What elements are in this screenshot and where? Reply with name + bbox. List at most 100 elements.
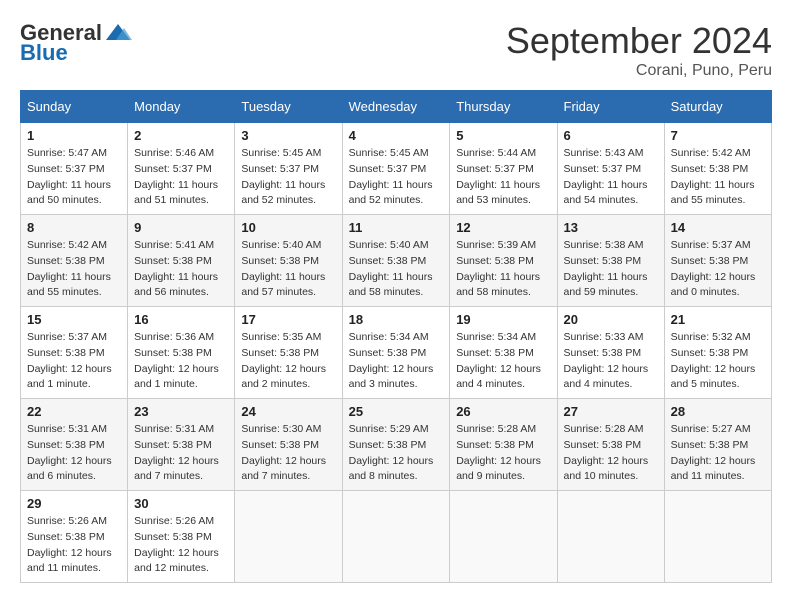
day-info: Sunrise: 5:34 AMSunset: 5:38 PMDaylight:… [456,330,550,393]
day-info: Sunrise: 5:43 AMSunset: 5:37 PMDaylight:… [564,146,658,209]
day-number: 30 [134,496,228,511]
calendar-week-row: 22Sunrise: 5:31 AMSunset: 5:38 PMDayligh… [21,399,772,491]
calendar-cell [235,491,342,583]
day-info: Sunrise: 5:39 AMSunset: 5:38 PMDaylight:… [456,238,550,301]
day-number: 16 [134,312,228,327]
title-block: September 2024 Corani, Puno, Peru [506,20,772,80]
day-number: 3 [241,128,335,143]
calendar-cell: 30 Sunrise: 5:26 AMSunset: 5:38 PMDayligh… [128,491,235,583]
calendar-cell [664,491,771,583]
calendar-cell: 5 Sunrise: 5:44 AMSunset: 5:37 PMDaylight… [450,123,557,215]
day-number: 6 [564,128,658,143]
day-info: Sunrise: 5:28 AMSunset: 5:38 PMDaylight:… [564,422,658,485]
day-number: 1 [27,128,121,143]
day-info: Sunrise: 5:34 AMSunset: 5:38 PMDaylight:… [349,330,444,393]
calendar-cell: 2 Sunrise: 5:46 AMSunset: 5:37 PMDaylight… [128,123,235,215]
day-info: Sunrise: 5:36 AMSunset: 5:38 PMDaylight:… [134,330,228,393]
calendar-cell: 10Sunrise: 5:40 AMSunset: 5:38 PMDayligh… [235,215,342,307]
calendar-cell: 3 Sunrise: 5:45 AMSunset: 5:37 PMDaylight… [235,123,342,215]
calendar-cell: 9Sunrise: 5:41 AMSunset: 5:38 PMDaylight… [128,215,235,307]
calendar-cell: 1 Sunrise: 5:47 AMSunset: 5:37 PMDaylight… [21,123,128,215]
calendar-cell: 24 Sunrise: 5:30 AMSunset: 5:38 PMDayligh… [235,399,342,491]
day-info: Sunrise: 5:45 AMSunset: 5:37 PMDaylight:… [241,146,335,209]
day-info: Sunrise: 5:29 AMSunset: 5:38 PMDaylight:… [349,422,444,485]
day-number: 15 [27,312,121,327]
calendar-cell: 25 Sunrise: 5:29 AMSunset: 5:38 PMDayligh… [342,399,450,491]
day-number: 2 [134,128,228,143]
day-number: 23 [134,404,228,419]
day-number: 17 [241,312,335,327]
day-info: Sunrise: 5:32 AMSunset: 5:38 PMDaylight:… [671,330,765,393]
day-info: Sunrise: 5:27 AMSunset: 5:38 PMDaylight:… [671,422,765,485]
calendar-cell: 22Sunrise: 5:31 AMSunset: 5:38 PMDayligh… [21,399,128,491]
calendar-cell [342,491,450,583]
day-number: 8 [27,220,121,235]
location-text: Corani, Puno, Peru [506,62,772,80]
day-number: 26 [456,404,550,419]
calendar-cell: 29 Sunrise: 5:26 AMSunset: 5:38 PMDayligh… [21,491,128,583]
calendar-header-row: SundayMondayTuesdayWednesdayThursdayFrid… [21,91,772,123]
day-info: Sunrise: 5:44 AMSunset: 5:37 PMDaylight:… [456,146,550,209]
day-info: Sunrise: 5:26 AMSunset: 5:38 PMDaylight:… [134,514,228,577]
calendar-cell [450,491,557,583]
day-number: 11 [349,220,444,235]
day-number: 24 [241,404,335,419]
calendar-cell: 20 Sunrise: 5:33 AMSunset: 5:38 PMDayligh… [557,307,664,399]
logo-icon [104,22,132,44]
day-number: 13 [564,220,658,235]
day-number: 10 [241,220,335,235]
calendar-cell: 6 Sunrise: 5:43 AMSunset: 5:37 PMDaylight… [557,123,664,215]
day-number: 5 [456,128,550,143]
day-info: Sunrise: 5:37 AMSunset: 5:38 PMDaylight:… [671,238,765,301]
day-info: Sunrise: 5:47 AMSunset: 5:37 PMDaylight:… [27,146,121,209]
day-number: 28 [671,404,765,419]
day-info: Sunrise: 5:40 AMSunset: 5:38 PMDaylight:… [349,238,444,301]
day-header-friday: Friday [557,91,664,123]
calendar-table: SundayMondayTuesdayWednesdayThursdayFrid… [20,90,772,583]
calendar-cell: 19Sunrise: 5:34 AMSunset: 5:38 PMDayligh… [450,307,557,399]
calendar-cell: 28 Sunrise: 5:27 AMSunset: 5:38 PMDayligh… [664,399,771,491]
day-number: 20 [564,312,658,327]
page-header: General Blue September 2024 Corani, Puno… [20,20,772,80]
day-info: Sunrise: 5:46 AMSunset: 5:37 PMDaylight:… [134,146,228,209]
month-title: September 2024 [506,20,772,62]
calendar-cell: 8 Sunrise: 5:42 AMSunset: 5:38 PMDaylight… [21,215,128,307]
calendar-week-row: 1 Sunrise: 5:47 AMSunset: 5:37 PMDaylight… [21,123,772,215]
day-info: Sunrise: 5:26 AMSunset: 5:38 PMDaylight:… [27,514,121,577]
logo-blue-text: Blue [20,40,68,66]
day-header-thursday: Thursday [450,91,557,123]
day-number: 9 [134,220,228,235]
day-info: Sunrise: 5:31 AMSunset: 5:38 PMDaylight:… [27,422,121,485]
day-info: Sunrise: 5:42 AMSunset: 5:38 PMDaylight:… [27,238,121,301]
day-info: Sunrise: 5:31 AMSunset: 5:38 PMDaylight:… [134,422,228,485]
calendar-cell: 18 Sunrise: 5:34 AMSunset: 5:38 PMDayligh… [342,307,450,399]
day-number: 7 [671,128,765,143]
day-header-monday: Monday [128,91,235,123]
day-header-wednesday: Wednesday [342,91,450,123]
calendar-cell: 21 Sunrise: 5:32 AMSunset: 5:38 PMDayligh… [664,307,771,399]
calendar-cell: 26Sunrise: 5:28 AMSunset: 5:38 PMDayligh… [450,399,557,491]
day-info: Sunrise: 5:42 AMSunset: 5:38 PMDaylight:… [671,146,765,209]
day-info: Sunrise: 5:33 AMSunset: 5:38 PMDaylight:… [564,330,658,393]
calendar-cell [557,491,664,583]
day-number: 21 [671,312,765,327]
calendar-cell: 12Sunrise: 5:39 AMSunset: 5:38 PMDayligh… [450,215,557,307]
calendar-cell: 17Sunrise: 5:35 AMSunset: 5:38 PMDayligh… [235,307,342,399]
calendar-cell: 16 Sunrise: 5:36 AMSunset: 5:38 PMDayligh… [128,307,235,399]
day-number: 18 [349,312,444,327]
calendar-cell: 13 Sunrise: 5:38 AMSunset: 5:38 PMDayligh… [557,215,664,307]
calendar-week-row: 8 Sunrise: 5:42 AMSunset: 5:38 PMDaylight… [21,215,772,307]
calendar-cell: 4 Sunrise: 5:45 AMSunset: 5:37 PMDaylight… [342,123,450,215]
calendar-week-row: 29 Sunrise: 5:26 AMSunset: 5:38 PMDayligh… [21,491,772,583]
calendar-cell: 7 Sunrise: 5:42 AMSunset: 5:38 PMDaylight… [664,123,771,215]
day-header-sunday: Sunday [21,91,128,123]
day-info: Sunrise: 5:45 AMSunset: 5:37 PMDaylight:… [349,146,444,209]
calendar-cell: 23 Sunrise: 5:31 AMSunset: 5:38 PMDayligh… [128,399,235,491]
day-number: 25 [349,404,444,419]
day-info: Sunrise: 5:30 AMSunset: 5:38 PMDaylight:… [241,422,335,485]
day-info: Sunrise: 5:38 AMSunset: 5:38 PMDaylight:… [564,238,658,301]
day-number: 29 [27,496,121,511]
day-info: Sunrise: 5:37 AMSunset: 5:38 PMDaylight:… [27,330,121,393]
logo: General Blue [20,20,132,66]
day-number: 4 [349,128,444,143]
